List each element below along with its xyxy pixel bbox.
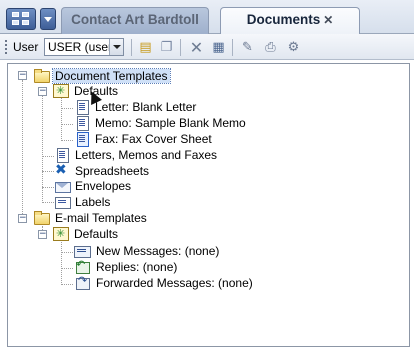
print-icon[interactable]: ⎙ [262,39,279,56]
document-icon [74,116,90,131]
tab-contact-label: Contact Art Bardtoll [71,12,199,27]
new-message-icon [74,244,91,258]
tree-item-labels[interactable]: Labels [73,195,112,209]
toolbar-grip[interactable] [5,40,7,54]
tree-connector [22,80,23,218]
settings-icon[interactable]: ⚙ [285,39,302,56]
fax-document-icon [74,132,90,147]
defaults-folder-icon [53,227,69,241]
folder-open-icon [33,211,50,225]
tree-connector [61,252,73,253]
delete-icon[interactable]: ✕ [188,39,205,56]
spreadsheet-icon [54,162,70,178]
tab-bar: Contact Art Bardtoll Documents ✕ [0,0,414,34]
grid-cell-icon [22,12,29,17]
tree-item-document-templates[interactable]: Document Templates [52,68,171,84]
tree-item-email-templates[interactable]: E-mail Templates [53,211,149,225]
envelope-icon [54,179,71,193]
tree-item-replies[interactable]: Replies: (none) [94,260,179,274]
user-select-value: USER (user) [48,40,117,54]
collapse-toggle[interactable]: − [38,230,47,239]
tree-item-defaults-email[interactable]: Defaults [72,227,120,241]
tree-connector [42,202,54,203]
tree-item-spreadsheets[interactable]: Spreadsheets [73,164,151,178]
tree-connector [61,97,62,141]
tree-item-letters-memos-faxes[interactable]: Letters, Memos and Faxes [73,148,219,162]
tab-list-dropdown-button[interactable] [40,8,56,30]
tree-connector [42,171,54,172]
grid-view-button[interactable] [6,8,36,30]
user-label: User [13,40,39,54]
collapse-toggle[interactable]: − [18,71,27,80]
tab-documents-label: Documents [246,12,321,27]
tree-connector [42,156,54,157]
user-select[interactable]: USER (user) [44,38,124,56]
tree-item-envelopes[interactable]: Envelopes [73,179,133,193]
new-folder-icon[interactable]: ▤ [137,39,154,56]
tree-connector [61,242,62,285]
chevron-down-icon[interactable] [109,39,123,55]
template-tree-pane: − Document Templates − Defaults Letter: … [7,63,410,347]
edit-icon[interactable]: ✎ [239,39,256,56]
chevron-down-icon [44,17,52,22]
close-icon[interactable]: ✕ [323,13,333,27]
properties-icon[interactable]: ▦ [210,39,227,56]
tree-connector [61,140,73,141]
tree-connector [61,268,73,269]
tree-item-fax-cover[interactable]: Fax: Fax Cover Sheet [93,132,214,146]
tree-connector [61,284,73,285]
label-icon [54,195,71,209]
grid-cell-icon [22,20,29,25]
collapse-toggle[interactable]: − [18,214,27,223]
toolbar: User USER (user) ▤ ❐ ✕ ▦ ✎ ⎙ ⚙ [0,34,414,60]
tab-contact[interactable]: Contact Art Bardtoll [61,7,209,34]
tree-connector [61,124,73,125]
copy-icon[interactable]: ❐ [158,39,175,56]
toolbar-separator [180,39,181,56]
reply-icon [74,258,90,274]
tab-documents[interactable]: Documents ✕ [220,7,360,34]
tree-item-memo-sample[interactable]: Memo: Sample Blank Memo [93,116,248,130]
tree-connector [42,187,54,188]
defaults-folder-icon [53,84,69,98]
collapse-toggle[interactable]: − [38,87,47,96]
grid-cell-icon [12,12,19,17]
tree-connector [61,108,73,109]
template-tree: − Document Templates − Defaults Letter: … [8,64,409,346]
folder-open-icon [33,69,50,83]
tree-item-new-messages[interactable]: New Messages: (none) [94,244,221,258]
toolbar-separator [131,39,132,56]
toolbar-separator [232,39,233,56]
forward-icon [74,274,90,290]
document-icon [54,148,70,163]
tree-item-forwarded-messages[interactable]: Forwarded Messages: (none) [94,276,255,290]
tree-item-letter-blank[interactable]: Letter: Blank Letter [93,100,198,114]
grid-cell-icon [12,20,19,25]
document-icon [74,100,90,115]
